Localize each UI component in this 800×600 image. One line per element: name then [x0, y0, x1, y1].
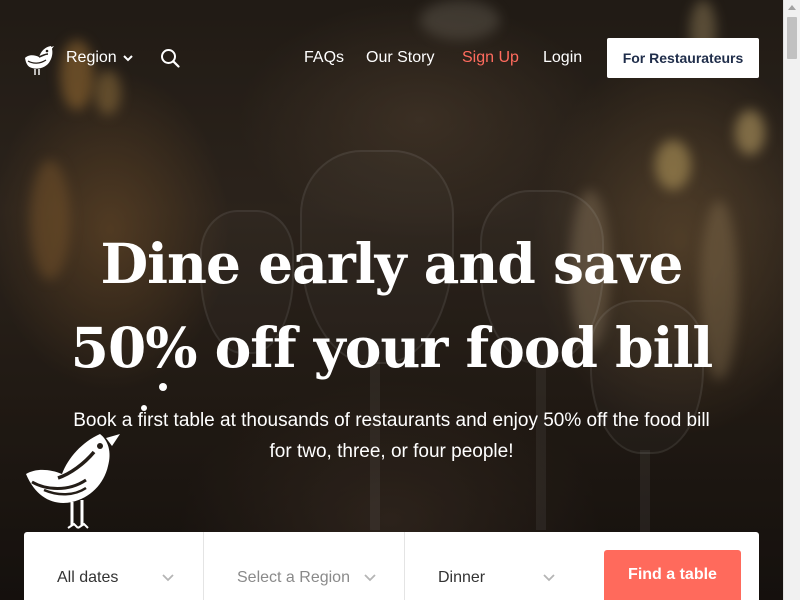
subtitle-line-2: for two, three, or four people!	[269, 441, 514, 462]
hero-headline: Dine early and save 50% off your food bi…	[0, 222, 783, 390]
dates-value: All dates	[57, 569, 119, 586]
chevron-down-icon	[364, 574, 376, 582]
scroll-up-arrow-icon[interactable]	[788, 5, 796, 10]
scrollbar[interactable]	[783, 0, 800, 600]
bird-logo-icon[interactable]	[23, 42, 55, 76]
nav-sign-up-link[interactable]: Sign Up	[462, 49, 519, 67]
scrollbar-thumb[interactable]	[787, 17, 797, 59]
nav-faqs-link[interactable]: FAQs	[304, 49, 344, 67]
find-table-button[interactable]: Find a table	[604, 550, 741, 600]
decorative-dot	[159, 383, 167, 391]
region-placeholder: Select a Region	[237, 569, 350, 586]
subtitle-line-1: Book a first table at thousands of resta…	[73, 410, 710, 431]
nav-our-story-link[interactable]: Our Story	[366, 49, 434, 67]
for-restaurateurs-label: For Restaurateurs	[622, 50, 744, 66]
chevron-down-icon	[162, 574, 174, 582]
bird-mascot-icon	[26, 434, 120, 529]
dates-select[interactable]: All dates	[24, 532, 204, 600]
meal-value: Dinner	[438, 569, 486, 586]
region-selector[interactable]: Region	[66, 49, 117, 67]
chevron-down-icon	[543, 574, 555, 582]
headline-line-2: 50% off your food bill	[70, 315, 714, 380]
nav-login-link[interactable]: Login	[543, 49, 582, 67]
find-table-label: Find a table	[628, 566, 717, 583]
search-icon[interactable]	[160, 48, 180, 68]
for-restaurateurs-button[interactable]: For Restaurateurs	[607, 38, 759, 78]
headline-line-1: Dine early and save	[100, 231, 683, 296]
meal-select[interactable]: Dinner	[405, 532, 590, 600]
chevron-down-icon[interactable]	[122, 52, 134, 64]
region-select[interactable]: Select a Region	[204, 532, 405, 600]
booking-search-bar: All dates Select a Region Dinner Find a …	[24, 532, 759, 600]
